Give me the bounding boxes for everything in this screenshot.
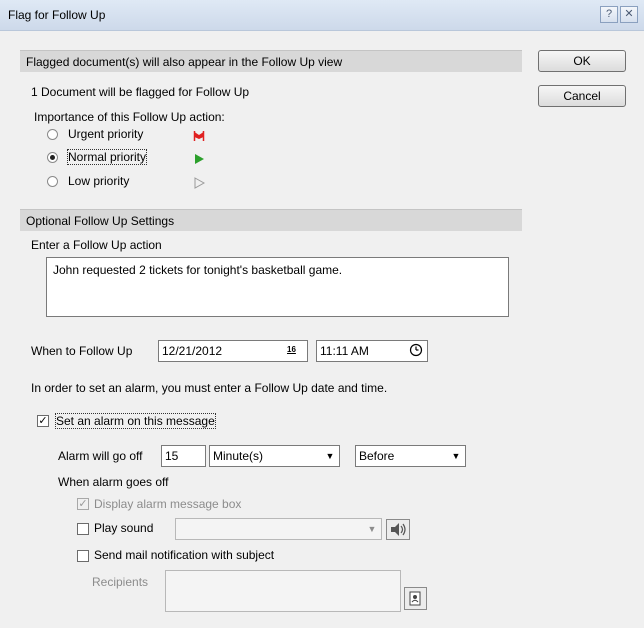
close-button[interactable]: ✕: [620, 6, 638, 23]
low-priority-label[interactable]: Low priority: [68, 174, 129, 188]
set-alarm-label[interactable]: Set an alarm on this message: [55, 413, 216, 429]
window-title: Flag for Follow Up: [8, 8, 106, 22]
dialog-body: Flagged document(s) will also appear in …: [0, 31, 644, 628]
normal-priority-label[interactable]: Normal priority: [66, 149, 148, 165]
alarm-note-text: In order to set an alarm, you must enter…: [31, 381, 388, 395]
urgent-priority-label[interactable]: Urgent priority: [68, 127, 143, 141]
chevron-down-icon: ▼: [367, 524, 377, 534]
alarm-amount-value: 15: [165, 449, 179, 463]
when-goes-off-label: When alarm goes off: [58, 475, 169, 489]
action-label: Enter a Follow Up action: [31, 238, 162, 252]
recipients-label: Recipients: [92, 575, 149, 589]
clock-icon[interactable]: [409, 343, 423, 357]
alarm-unit-select[interactable]: Minute(s) ▼: [209, 445, 340, 467]
speaker-icon: [391, 523, 406, 536]
urgent-flag-icon: [193, 131, 205, 141]
sound-select[interactable]: ▼: [175, 518, 382, 540]
play-sound-label[interactable]: Play sound: [94, 521, 153, 535]
send-mail-label[interactable]: Send mail notification with subject: [94, 548, 274, 562]
when-to-follow-up-label: When to Follow Up: [31, 344, 133, 358]
sound-browse-button[interactable]: [386, 519, 410, 540]
importance-label: Importance of this Follow Up action:: [34, 110, 225, 124]
follow-up-action-textarea[interactable]: John requested 2 tickets for tonight's b…: [46, 257, 509, 317]
alarm-go-off-label: Alarm will go off: [58, 449, 143, 463]
low-flag-icon: [194, 177, 205, 189]
display-alarm-box-label: Display alarm message box: [94, 497, 242, 511]
recipients-field[interactable]: [165, 570, 401, 612]
send-mail-checkbox[interactable]: [77, 550, 89, 562]
set-alarm-checkbox[interactable]: ✓: [37, 415, 49, 427]
chevron-down-icon: ▼: [451, 451, 461, 461]
follow-up-date-value: 12/21/2012: [162, 344, 223, 358]
flag-count-text: 1 Document will be flagged for Follow Up: [31, 85, 250, 99]
title-bar: Flag for Follow Up ? ✕: [0, 0, 644, 31]
cancel-button[interactable]: Cancel: [538, 85, 626, 107]
normal-priority-radio[interactable]: [47, 152, 58, 163]
alarm-relation-select[interactable]: Before ▼: [355, 445, 466, 467]
calendar-icon[interactable]: 16: [287, 345, 296, 354]
follow-up-date-field[interactable]: 12/21/2012: [158, 340, 308, 362]
follow-up-time-value: 11:11 AM: [320, 344, 369, 358]
display-alarm-box-checkbox[interactable]: ✓: [77, 498, 89, 510]
urgent-priority-radio[interactable]: [47, 129, 58, 140]
address-book-icon: [409, 591, 421, 606]
alarm-unit-value: Minute(s): [213, 449, 264, 463]
section-header-flagged: Flagged document(s) will also appear in …: [20, 50, 522, 72]
low-priority-radio[interactable]: [47, 176, 58, 187]
alarm-amount-field[interactable]: 15: [161, 445, 206, 467]
help-button[interactable]: ?: [600, 6, 618, 23]
normal-flag-icon: [195, 154, 204, 164]
address-book-button[interactable]: [404, 587, 427, 610]
chevron-down-icon: ▼: [325, 451, 335, 461]
alarm-relation-value: Before: [359, 449, 395, 463]
ok-button[interactable]: OK: [538, 50, 626, 72]
play-sound-checkbox[interactable]: [77, 523, 89, 535]
section-header-optional: Optional Follow Up Settings: [20, 209, 522, 231]
